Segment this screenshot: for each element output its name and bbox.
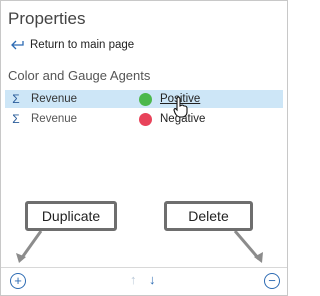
move-up-icon[interactable]: ↑	[130, 272, 137, 287]
move-down-icon[interactable]: ↓	[149, 272, 156, 287]
duplicate-callout: Duplicate	[25, 201, 117, 231]
callout-pointers	[16, 230, 263, 263]
delete-callout: Delete	[164, 201, 253, 231]
properties-pane: Properties Return to main page Color and…	[0, 0, 288, 296]
add-icon[interactable]: +	[10, 273, 26, 289]
bottom-toolbar: + ↑ ↓ −	[1, 267, 287, 295]
remove-icon[interactable]: −	[264, 273, 280, 289]
